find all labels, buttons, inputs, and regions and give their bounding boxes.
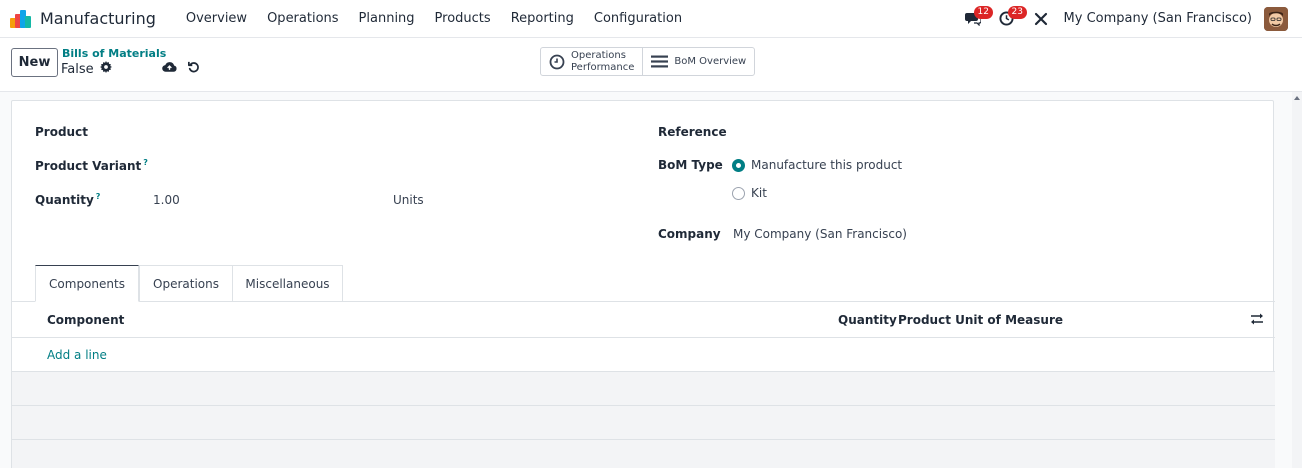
add-line-link[interactable]: Add a line <box>47 348 107 362</box>
debug-tools-button[interactable] <box>1024 0 1058 38</box>
table-row <box>12 372 1275 406</box>
bom-type-manufacture-radio[interactable]: Manufacture this product <box>732 158 902 172</box>
tools-icon <box>1034 12 1047 25</box>
app-brand[interactable]: Manufacturing <box>10 9 156 28</box>
top-navbar: Manufacturing Overview Operations Planni… <box>0 0 1302 38</box>
components-table-header: Component Quantity Product Unit of Measu… <box>12 302 1275 338</box>
notebook-tabs: Components Operations Miscellaneous <box>12 265 1275 302</box>
column-quantity[interactable]: Quantity <box>838 313 897 327</box>
operations-performance-button[interactable]: Operations Performance <box>541 48 642 75</box>
uom-field[interactable]: Units <box>393 193 424 207</box>
app-title: Manufacturing <box>40 9 156 28</box>
tab-miscellaneous[interactable]: Miscellaneous <box>232 265 343 302</box>
smart-buttons: Operations Performance BoM Overview <box>540 47 756 76</box>
clock-icon <box>549 54 565 69</box>
quantity-label: Quantity? <box>35 192 101 207</box>
breadcrumb-bills-of-materials[interactable]: Bills of Materials <box>62 47 166 60</box>
product-label: Product <box>35 125 88 139</box>
menu-planning[interactable]: Planning <box>349 11 425 26</box>
new-button[interactable]: New <box>11 48 58 77</box>
column-uom[interactable]: Product Unit of Measure <box>898 313 1063 327</box>
cloud-upload-icon[interactable] <box>162 61 177 77</box>
reference-label: Reference <box>658 125 727 139</box>
activities-button[interactable]: 23 <box>990 0 1027 38</box>
manufacturing-app-icon <box>10 9 32 28</box>
list-icon <box>651 55 669 68</box>
company-label: Company <box>658 227 721 241</box>
add-line-row: Add a line <box>12 338 1275 372</box>
menu-reporting[interactable]: Reporting <box>501 11 584 26</box>
breadcrumb-current: False <box>61 61 112 77</box>
tab-components[interactable]: Components <box>35 265 139 302</box>
product-variant-label: Product Variant? <box>35 158 148 173</box>
form-sheet: Product Product Variant? Quantity? 1.00 … <box>11 100 1275 468</box>
record-title: False <box>61 61 94 77</box>
undo-icon[interactable] <box>188 61 200 77</box>
control-panel: New Bills of Materials False Operations … <box>0 38 1302 92</box>
avatar-image-icon <box>1264 6 1288 31</box>
menu-products[interactable]: Products <box>425 11 501 26</box>
operations-performance-label: Operations Performance <box>571 49 635 73</box>
scrollbar[interactable] <box>1292 92 1302 468</box>
help-tooltip-icon[interactable]: ? <box>96 192 101 201</box>
company-field[interactable]: My Company (San Francisco) <box>733 227 907 241</box>
user-avatar[interactable] <box>1264 6 1288 31</box>
help-tooltip-icon[interactable]: ? <box>143 158 148 167</box>
table-row <box>12 440 1275 468</box>
scroll-up-arrow-icon[interactable] <box>1294 96 1300 100</box>
bom-type-label: BoM Type <box>658 158 723 172</box>
messages-button[interactable]: 12 <box>956 0 993 38</box>
quantity-input[interactable]: 1.00 <box>153 193 180 207</box>
column-component[interactable]: Component <box>47 313 124 327</box>
main-menu: Overview Operations Planning Products Re… <box>176 11 692 26</box>
optional-columns-icon[interactable] <box>1250 313 1264 329</box>
company-switcher[interactable]: My Company (San Francisco) <box>1064 11 1252 26</box>
bom-type-kit-radio[interactable]: Kit <box>732 186 767 200</box>
radio-unselected-icon <box>732 186 745 200</box>
systray: 12 23 My Company (San Francisco) <box>956 0 1302 38</box>
gear-icon[interactable] <box>99 61 112 77</box>
bom-overview-button[interactable]: BoM Overview <box>642 48 754 75</box>
menu-operations[interactable]: Operations <box>257 11 348 26</box>
menu-configuration[interactable]: Configuration <box>584 11 692 26</box>
tab-operations[interactable]: Operations <box>139 265 233 302</box>
radio-selected-icon <box>732 158 745 172</box>
menu-overview[interactable]: Overview <box>176 11 257 26</box>
table-row <box>12 406 1275 440</box>
bom-overview-label: BoM Overview <box>674 55 747 67</box>
